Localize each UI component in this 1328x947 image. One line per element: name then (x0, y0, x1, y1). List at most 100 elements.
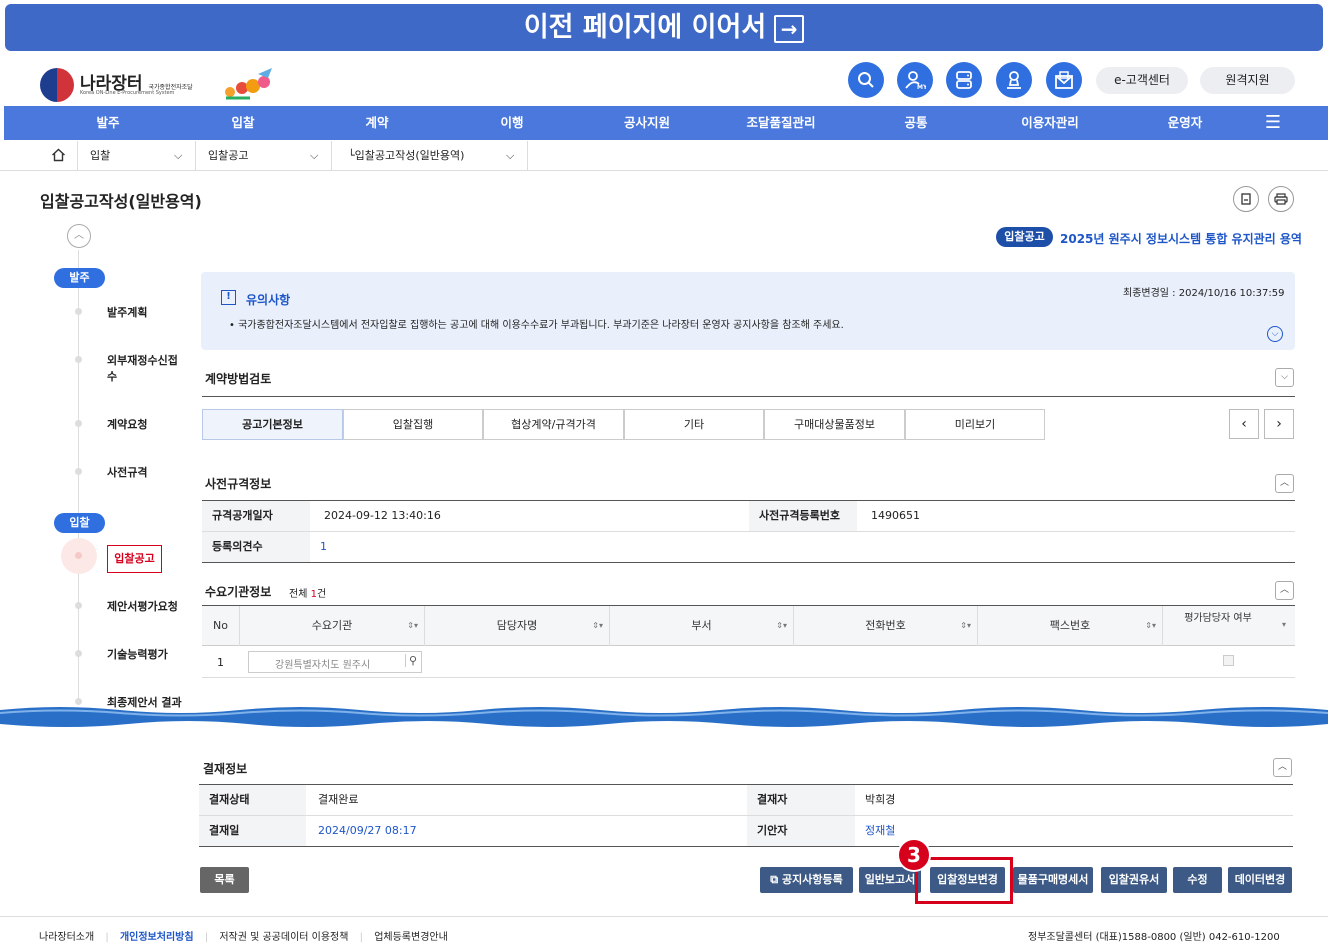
sort-icon: ⇕▾ (407, 621, 418, 630)
nav-item-perform[interactable]: 이행 (500, 106, 523, 140)
remote-support-button[interactable]: 원격지원 (1200, 67, 1295, 94)
nav-item-common[interactable]: 공통 (904, 106, 927, 140)
nav-item-bid[interactable]: 입찰 (231, 106, 254, 140)
col-fax[interactable]: 팩스번호 ⇕▾ (978, 606, 1163, 646)
section-approval: 결재정보 (203, 762, 248, 776)
filter-icon[interactable]: ▾ (1282, 620, 1286, 629)
chevron-down-icon: ⌵ (506, 149, 515, 162)
nav-item-operator[interactable]: 운영자 (1168, 106, 1203, 140)
tab-purchase-items[interactable]: 구매대상물품정보 (764, 409, 905, 440)
wave-separator (0, 707, 1328, 727)
divider (202, 396, 1295, 397)
bid-invitation-button[interactable]: 입찰권유서 (1101, 867, 1167, 893)
breadcrumb-level1[interactable]: 입찰 ⌵ (78, 141, 196, 170)
col-dept[interactable]: 부서 ⇕▾ (610, 606, 794, 646)
nav-item-quality[interactable]: 조달품질관리 (746, 106, 815, 140)
value-approver: 박희경 (865, 793, 896, 806)
value-opinion-count[interactable]: 1 (308, 532, 327, 562)
section-pre-spec: 사전규격정보 (205, 477, 272, 491)
table-row: 1 강원특별자치도 원주시 ⚲ (202, 646, 1295, 678)
alert-icon: ! (221, 290, 236, 305)
notice-heading: 유의사항 (246, 293, 291, 307)
sort-icon: ⇕▾ (592, 621, 603, 630)
footer-link-about[interactable]: 나라장터소개 (39, 932, 94, 943)
server-icon[interactable] (946, 62, 982, 98)
chevron-up-icon[interactable]: ︿ (1273, 758, 1292, 777)
sidebar-item-order-plan[interactable]: 발주계획 (107, 305, 147, 321)
sidebar-item-proposal-eval[interactable]: 제안서평가요청 (107, 599, 178, 615)
label-spec-open-date: 규격공개일자 (202, 501, 310, 531)
tab-etc[interactable]: 기타 (624, 409, 764, 440)
print-icon[interactable] (1268, 186, 1294, 212)
section-contract-review: 계약방법검토 (205, 372, 272, 386)
label-opinion-count: 등록의견수 (202, 532, 310, 562)
notice-text: • 국가종합전자조달시스템에서 전자입찰로 집행하는 공고에 대해 이용수수료가… (229, 320, 844, 331)
hamburger-menu-icon[interactable]: ☰ (1265, 106, 1281, 140)
value-drafter[interactable]: 정재철 (853, 816, 895, 846)
tab-basic-info[interactable]: 공고기본정보 (202, 409, 343, 440)
sidebar-item-tech-eval[interactable]: 기술능력평가 (107, 647, 168, 663)
chevron-down-icon[interactable]: ⌵ (1275, 368, 1294, 387)
footer-link-copyright[interactable]: 저작권 및 공공데이터 이용정책 (219, 932, 348, 943)
footer: 나라장터소개 | 개인정보처리방침 | 저작권 및 공공데이터 이용정책 | 업… (0, 916, 1328, 947)
label-spec-reg-no: 사전규격등록번호 (749, 501, 857, 531)
footer-link-registration[interactable]: 업체등록변경안내 (374, 932, 448, 943)
search-icon[interactable] (848, 62, 884, 98)
customer-center-button[interactable]: e-고객센터 (1096, 67, 1188, 94)
chevron-right-icon[interactable]: › (1264, 409, 1294, 439)
mail-icon[interactable] (1046, 62, 1082, 98)
certificate-stamp-icon[interactable] (996, 62, 1032, 98)
my-page-icon[interactable]: MY (897, 62, 933, 98)
col-evaluator[interactable]: 평가담당자 여부 (1163, 611, 1273, 626)
tab-negotiation[interactable]: 협상계약/규격가격 (483, 409, 624, 440)
sidebar-dot (75, 420, 82, 427)
list-button[interactable]: 목록 (200, 867, 249, 893)
label-approver: 결재자 (747, 785, 855, 815)
footer-link-privacy[interactable]: 개인정보처리방침 (120, 932, 194, 943)
notice-register-button[interactable]: ⧉ 공지사항등록 (760, 867, 853, 893)
sort-icon: ⇕▾ (960, 621, 971, 630)
demand-count: 전체 1건 (289, 589, 327, 600)
bookmark-icon[interactable] (1233, 186, 1259, 212)
sidebar-item-contract-request[interactable]: 계약요청 (107, 417, 147, 433)
page-title: 입찰공고작성(일반용역) (40, 192, 202, 211)
nav-item-construction[interactable]: 공사지원 (624, 106, 670, 140)
data-change-button[interactable]: 데이터변경 (1228, 867, 1292, 893)
col-demand-org[interactable]: 수요기관 ⇕▾ (240, 606, 425, 646)
breadcrumb-level3[interactable]: └입찰공고작성(일반용역) ⌵ (332, 141, 528, 170)
demand-org-field[interactable]: 강원특별자치도 원주시 ⚲ (248, 651, 422, 673)
chevron-up-icon[interactable]: ︿ (67, 224, 91, 248)
notice-title: 2025년 원주시 정보시스템 통합 유지관리 용역 (1060, 232, 1302, 246)
expand-icon[interactable]: ⌵ (1267, 326, 1283, 342)
sidebar-group-bid[interactable]: 입찰 (54, 513, 105, 533)
sidebar-item-external-receipt[interactable]: 외부재정수신접수 (107, 353, 183, 385)
sidebar-group-order[interactable]: 발주 (54, 268, 105, 288)
logo-subtitle: Korea ON-Line E-Procurement System (80, 90, 175, 96)
value-spec-reg-no: 1490651 (871, 509, 920, 522)
tab-preview[interactable]: 미리보기 (905, 409, 1045, 440)
chevron-up-icon[interactable]: ︿ (1275, 581, 1294, 600)
chevron-left-icon[interactable]: ‹ (1229, 409, 1259, 439)
evaluator-checkbox[interactable] (1223, 655, 1234, 666)
chevron-up-icon[interactable]: ︿ (1275, 474, 1294, 493)
flower-decoration-icon (225, 68, 272, 100)
last-updated: 최종변경일 : 2024/10/16 10:37:59 (1123, 288, 1285, 299)
breadcrumb-level2[interactable]: 입찰공고 ⌵ (196, 141, 332, 170)
search-icon: ⚲ (405, 654, 417, 667)
edit-button[interactable]: 수정 (1173, 867, 1222, 893)
col-phone[interactable]: 전화번호 ⇕▾ (794, 606, 978, 646)
tab-bid-execution[interactable]: 입찰집행 (343, 409, 483, 440)
step-badge: 3 (897, 838, 931, 872)
sidebar-dot (75, 356, 82, 363)
table-row: 규격공개일자 2024-09-12 13:40:16 사전규격등록번호 1490… (202, 501, 1295, 532)
label-drafter: 기안자 (747, 816, 855, 846)
home-icon[interactable] (40, 141, 78, 170)
purchase-spec-button[interactable]: 물품구매명세서 (1013, 867, 1093, 893)
col-manager[interactable]: 담당자명 ⇕▾ (425, 606, 610, 646)
nav-item-contract[interactable]: 계약 (365, 106, 388, 140)
sidebar-item-bid-notice[interactable]: 입찰공고 (107, 545, 162, 573)
arrow-right-icon: → (774, 14, 805, 43)
nav-item-user-admin[interactable]: 이용자관리 (1021, 106, 1079, 140)
sidebar-item-pre-spec[interactable]: 사전규격 (107, 465, 147, 481)
nav-item-order[interactable]: 발주 (96, 106, 119, 140)
